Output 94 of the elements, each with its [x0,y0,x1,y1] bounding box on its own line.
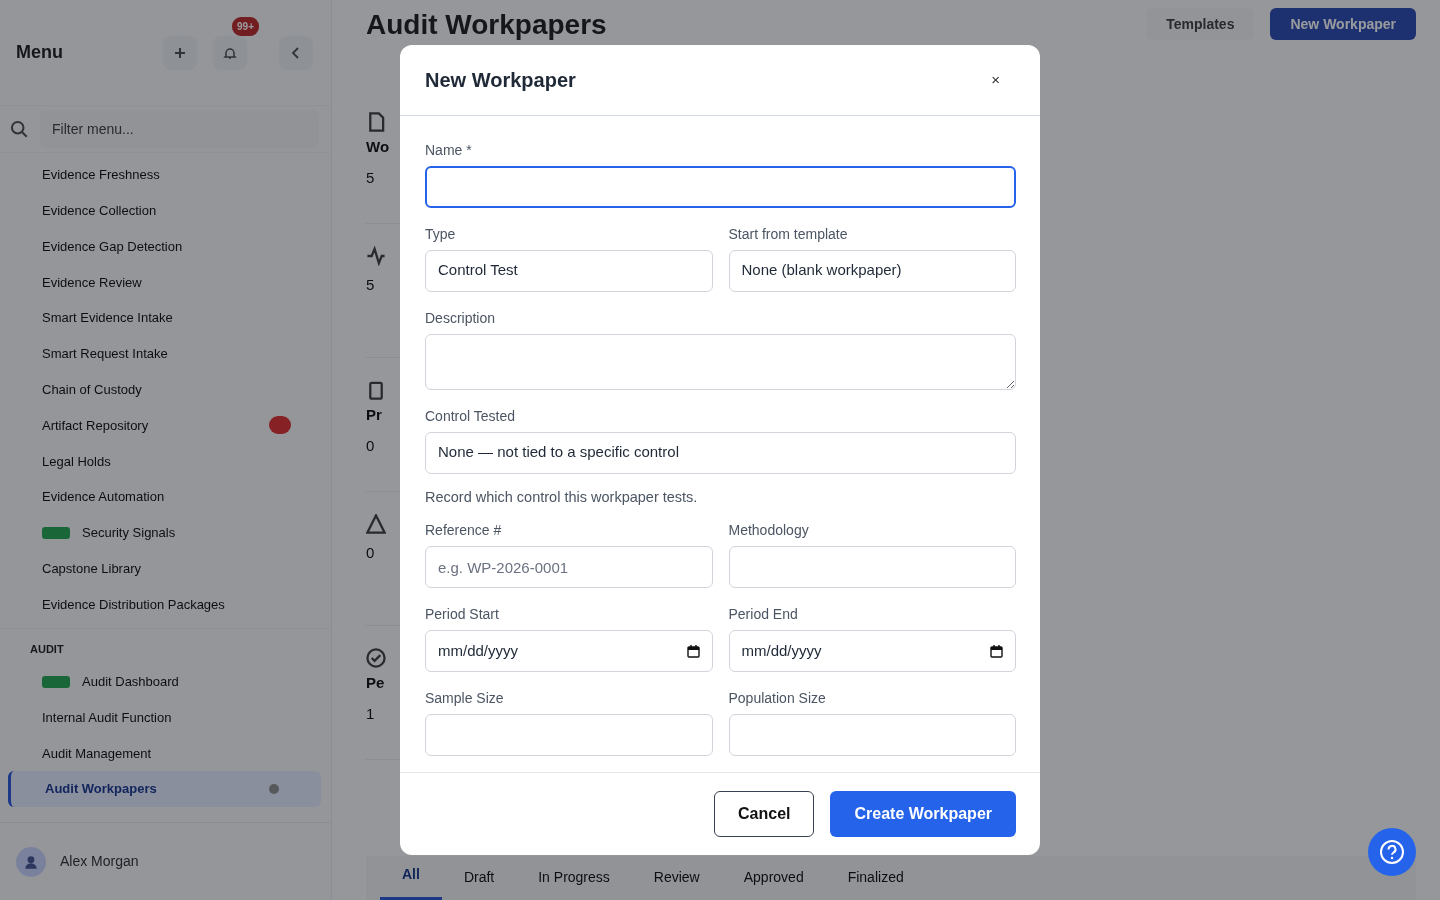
date-field[interactable]: mm/dd/yyyy [425,630,713,673]
filter-tab[interactable]: Finalized [825,857,926,900]
help-text: Record which control this workpaper tests. [425,487,699,507]
field-label: Name * [425,140,473,160]
stat-value: 1 [366,703,375,724]
plus-icon [173,45,187,60]
sidebar-item[interactable]: Artifact Repository [0,407,331,444]
field-label: Reference # [425,521,503,541]
sidebar-item[interactable]: Audit Management [0,735,331,772]
notification-badge: 99+ [232,16,259,36]
sidebar-item[interactable]: Evidence Gap Detection [0,228,331,265]
sidebar-item[interactable]: Legal Holds [0,443,331,480]
sidebar-item-label: Artifact Repository [42,416,149,435]
sidebar-item-label: Legal Holds [42,452,111,471]
help-icon [1379,839,1405,865]
sidebar-item-label: Evidence Review [42,273,142,292]
create-button[interactable]: Create Workpaper [830,791,1016,838]
sidebar-item-label: Smart Request Intake [42,345,168,364]
filter-tab[interactable]: Review [631,857,722,900]
notifications-button[interactable] [213,35,247,70]
sidebar-item-label: Evidence Freshness [42,166,160,185]
date-field[interactable]: mm/dd/yyyy [728,630,1016,673]
stat-label: Pr [366,405,382,426]
description-field[interactable] [425,333,1016,390]
sidebar-item[interactable]: Evidence Automation [0,479,331,515]
sidebar-item-label: Evidence Gap Detection [42,237,183,256]
stat-value: 5 [366,275,375,296]
section-heading: AUDIT [0,628,331,664]
sidebar-item[interactable]: Evidence Collection [0,192,331,229]
field-label: Period End [728,605,799,625]
field-label: Control Tested [425,406,516,426]
text-field[interactable] [425,165,1016,208]
dot-icon [267,782,281,797]
sidebar-item[interactable]: Capstone Library [0,550,331,587]
sidebar-item[interactable]: Chain of Custody [0,371,331,408]
sidebar-item-label: Evidence Automation [42,488,165,507]
user-name: Alex Morgan [60,852,139,871]
check-circle-icon [366,647,386,668]
field-label: Period Start [425,605,500,625]
stat-value: 5 [366,167,375,188]
sidebar-item-label: Evidence Collection [42,201,157,220]
sidebar-item[interactable]: Internal Audit Function [0,699,331,736]
filter-tab[interactable]: In Progress [516,857,632,900]
select-field[interactable]: None (blank workpaper) [728,249,1016,292]
clipboard-icon [366,379,386,400]
stat-value: 0 [366,543,375,564]
sidebar-title: Menu [16,41,63,64]
sidebar-item-label: Security Signals [82,524,176,543]
close-button[interactable]: × [985,66,1006,94]
person-icon [23,853,39,870]
search-icon [10,120,28,138]
sidebar-item-label: Chain of Custody [42,380,142,399]
field-label: Population Size [728,689,827,709]
pulse-icon [366,245,386,266]
filter-tab[interactable]: Approved [721,857,826,900]
sidebar-item-label: Audit Dashboard [82,673,179,691]
sidebar-item[interactable]: Evidence Distribution Packages [0,586,331,623]
add-button[interactable] [163,35,197,70]
sidebar-item[interactable]: Audit Workpapers [8,771,321,808]
sidebar-item[interactable]: Security Signals [0,514,331,551]
select-field[interactable]: None — not tied to a specific control [425,431,1016,474]
stat-value: 0 [366,435,375,456]
select-field[interactable]: Control Test [425,249,713,292]
sidebar-item-label: Smart Evidence Intake [42,309,173,328]
field-label: Start from template [728,224,849,244]
page-button[interactable]: Templates [1146,8,1255,40]
sidebar-item-label: Internal Audit Function [42,708,172,727]
sidebar-item[interactable]: Evidence Review [0,264,331,301]
field-label: Sample Size [425,689,505,709]
page-title: Audit Workpapers [366,8,607,42]
sidebar-item[interactable]: Smart Evidence Intake [0,300,331,336]
warning-icon [366,513,386,534]
sidebar-item-label: Audit Workpapers [45,780,157,799]
collapse-button[interactable] [279,35,313,70]
filter-tab[interactable]: Draft [441,857,517,900]
filter-field[interactable]: Filter menu... [40,110,319,148]
sidebar-item-label: Capstone Library [42,559,141,578]
sidebar-item-label: Audit Management [42,744,152,763]
page-button[interactable]: New Workpaper [1270,8,1416,40]
field-label: Description [425,308,497,328]
bell-icon [223,45,237,60]
sidebar-item[interactable]: Audit Dashboard [0,663,331,700]
sidebar-item[interactable]: Smart Request Intake [0,336,331,372]
stat-label: Pe [366,673,385,694]
calendar-icon[interactable] [686,644,700,658]
stat-label: Wo [366,137,390,158]
field-label: Methodology [728,521,810,541]
cancel-button[interactable]: Cancel [714,791,815,838]
calendar-icon[interactable] [990,644,1003,658]
document-icon [366,111,386,132]
dialog-title: New Workpaper [425,67,576,92]
sidebar-item-label: Evidence Distribution Packages [42,595,225,614]
field-label: Type [425,224,457,244]
sidebar-item[interactable]: Evidence Freshness [0,157,331,193]
